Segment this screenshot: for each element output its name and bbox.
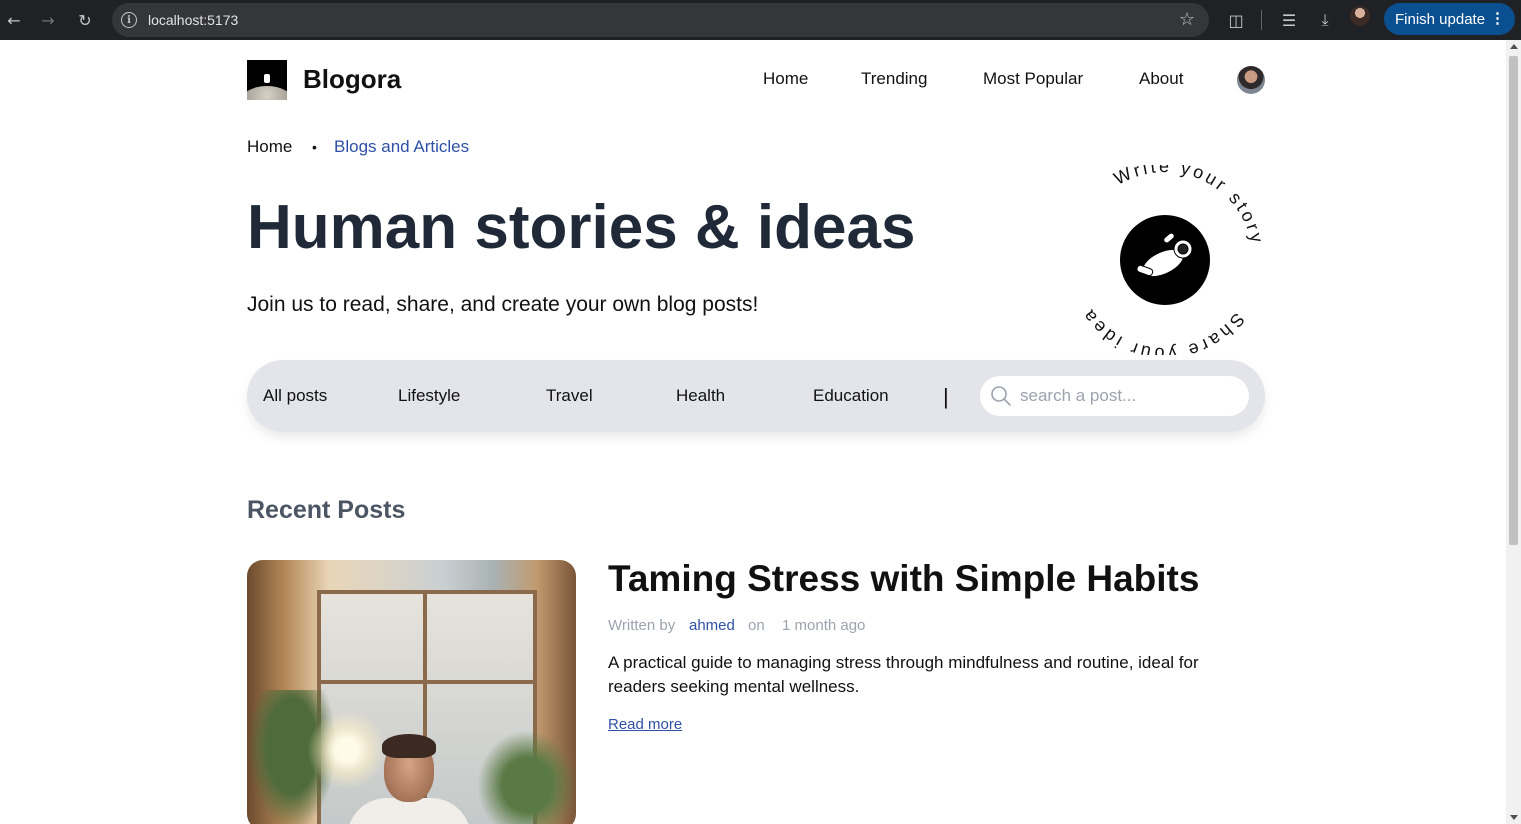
badge-text-bottom: Share your idea xyxy=(1077,304,1249,355)
post-thumbnail[interactable] xyxy=(247,560,576,824)
write-story-badge[interactable]: Write your story Share your idea xyxy=(1065,165,1265,355)
read-more-link[interactable]: Read more xyxy=(608,716,682,733)
site-logo-text[interactable]: Blogora xyxy=(303,64,401,95)
logo-astronaut-shape xyxy=(264,74,270,83)
browser-profile-avatar[interactable] xyxy=(1350,6,1370,26)
scroll-down-arrow-icon[interactable] xyxy=(1510,815,1518,820)
media-control-icon[interactable]: ☰ xyxy=(1275,6,1303,34)
filter-health[interactable]: Health xyxy=(676,386,725,406)
page-scrollbar[interactable] xyxy=(1506,40,1521,824)
back-icon[interactable]: ← xyxy=(0,6,28,34)
nav-trending[interactable]: Trending xyxy=(861,69,927,89)
breadcrumb-home[interactable]: Home xyxy=(247,137,292,157)
breadcrumb-separator: • xyxy=(312,139,317,155)
nav-most-popular[interactable]: Most Popular xyxy=(983,69,1083,89)
browser-toolbar: ← → ↻ i localhost:5173 ☆ ◫ ☰ ⤓ Finish up… xyxy=(0,0,1521,40)
extensions-icon[interactable]: ◫ xyxy=(1222,6,1250,34)
page: Blogora Home Trending Most Popular About… xyxy=(0,40,1506,824)
post-title[interactable]: Taming Stress with Simple Habits xyxy=(608,558,1199,600)
hero-subtitle: Join us to read, share, and create your … xyxy=(247,293,759,316)
thumb-window-pane-horizontal xyxy=(317,680,537,684)
logo-moon-shape xyxy=(247,86,287,100)
filter-lifestyle[interactable]: Lifestyle xyxy=(398,386,460,406)
nav-home[interactable]: Home xyxy=(763,69,808,89)
recent-posts-heading: Recent Posts xyxy=(247,496,406,524)
filter-separator: | xyxy=(943,384,949,409)
site-logo-image[interactable] xyxy=(247,60,287,100)
search-box[interactable] xyxy=(980,376,1249,416)
user-avatar[interactable] xyxy=(1237,66,1265,94)
toolbar-divider xyxy=(1261,10,1262,30)
hero-title: Human stories & ideas xyxy=(247,193,916,262)
search-input[interactable] xyxy=(1020,386,1220,406)
search-icon xyxy=(991,386,1011,406)
thumb-person-hair xyxy=(382,734,436,758)
category-filter-bar: All posts Lifestyle Travel Health Educat… xyxy=(247,360,1265,432)
reload-icon[interactable]: ↻ xyxy=(71,6,99,34)
post-author-link[interactable]: ahmed xyxy=(689,617,735,634)
thumb-sunlight xyxy=(307,710,387,790)
thumb-plant-right xyxy=(477,730,576,824)
filter-education[interactable]: Education xyxy=(813,386,889,406)
finish-update-label: Finish update xyxy=(1395,10,1486,28)
address-bar[interactable]: i localhost:5173 ☆ xyxy=(112,3,1209,37)
bookmark-star-icon[interactable]: ☆ xyxy=(1179,9,1195,30)
post-date: 1 month ago xyxy=(782,617,866,634)
scroll-up-arrow-icon[interactable] xyxy=(1510,44,1518,49)
post-written-by: Written by xyxy=(608,617,676,634)
filter-travel[interactable]: Travel xyxy=(546,386,593,406)
download-icon[interactable]: ⤓ xyxy=(1311,6,1339,34)
forward-icon[interactable]: → xyxy=(34,6,62,34)
filter-all-posts[interactable]: All posts xyxy=(263,386,327,406)
site-info-icon[interactable]: i xyxy=(121,12,137,28)
nav-about[interactable]: About xyxy=(1139,69,1183,89)
post-on-label: on xyxy=(748,617,765,634)
url-text: localhost:5173 xyxy=(148,12,239,28)
post-description: A practical guide to managing stress thr… xyxy=(608,653,1199,696)
more-menu-icon[interactable]: ⋮ xyxy=(1490,9,1505,27)
scrollbar-thumb[interactable] xyxy=(1509,56,1518,545)
breadcrumb-current: Blogs and Articles xyxy=(334,137,470,156)
finish-update-button[interactable]: Finish update ⋮ xyxy=(1384,3,1515,35)
